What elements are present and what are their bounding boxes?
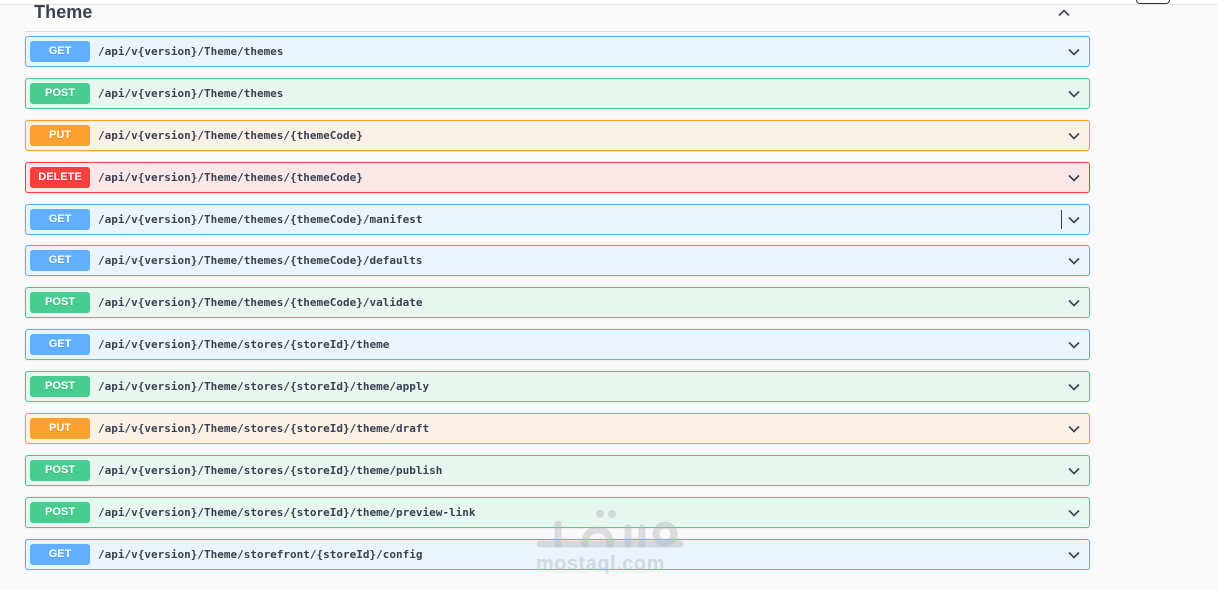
chevron-down-icon[interactable] <box>1067 464 1081 478</box>
method-badge: POST <box>30 376 90 398</box>
operation-path: /api/v{version}/Theme/stores/{storeId}/t… <box>98 422 430 436</box>
operation-path: /api/v{version}/Theme/themes <box>98 86 284 100</box>
chevron-up-icon[interactable] <box>1057 6 1071 20</box>
chevron-down-icon[interactable] <box>1067 296 1081 310</box>
operation-row[interactable]: GET /api/v{version}/Theme/stores/{storeI… <box>25 329 1090 361</box>
operation-row[interactable]: PUT /api/v{version}/Theme/stores/{storeI… <box>25 413 1090 445</box>
operation-row[interactable]: GET /api/v{version}/Theme/themes <box>25 36 1090 67</box>
operations-list: GET /api/v{version}/Theme/themes POST /a… <box>25 36 1090 581</box>
operation-row[interactable]: POST /api/v{version}/Theme/themes <box>25 77 1090 109</box>
top-corner-button[interactable] <box>1136 0 1170 4</box>
chevron-down-icon[interactable] <box>1067 380 1081 394</box>
chevron-down-icon[interactable] <box>1067 506 1081 520</box>
expand-divider <box>1061 209 1062 229</box>
operation-path: /api/v{version}/Theme/stores/{storeId}/t… <box>98 338 390 352</box>
method-badge: POST <box>30 82 90 104</box>
operation-row[interactable]: POST /api/v{version}/Theme/stores/{store… <box>25 454 1090 486</box>
method-badge: GET <box>30 250 90 272</box>
operation-row[interactable]: GET /api/v{version}/Theme/storefront/{st… <box>25 538 1090 570</box>
operation-row[interactable]: POST /api/v{version}/Theme/themes/{theme… <box>25 287 1090 319</box>
chevron-down-icon[interactable] <box>1067 548 1081 562</box>
operation-path: /api/v{version}/Theme/themes/{themeCode}… <box>98 254 423 268</box>
method-badge: DELETE <box>30 166 90 188</box>
operation-row[interactable]: POST /api/v{version}/Theme/stores/{store… <box>25 371 1090 403</box>
operation-path: /api/v{version}/Theme/themes <box>98 45 284 58</box>
method-badge: POST <box>30 292 90 314</box>
method-badge: GET <box>30 543 90 565</box>
operation-path: /api/v{version}/Theme/storefront/{storeI… <box>98 547 423 561</box>
operation-row[interactable]: GET /api/v{version}/Theme/themes/{themeC… <box>25 203 1090 235</box>
chevron-down-icon[interactable] <box>1067 45 1081 59</box>
operation-row[interactable]: GET /api/v{version}/Theme/themes/{themeC… <box>25 245 1090 277</box>
operation-path: /api/v{version}/Theme/stores/{storeId}/t… <box>98 380 430 394</box>
method-badge: POST <box>30 459 90 481</box>
operation-path: /api/v{version}/Theme/stores/{storeId}/t… <box>98 463 443 477</box>
chevron-down-icon[interactable] <box>1067 87 1081 101</box>
chevron-down-icon[interactable] <box>1067 338 1081 352</box>
method-badge: PUT <box>30 124 90 146</box>
operation-path: /api/v{version}/Theme/stores/{storeId}/t… <box>98 505 476 519</box>
operation-row[interactable]: PUT /api/v{version}/Theme/themes/{themeC… <box>25 119 1090 151</box>
operation-row[interactable]: POST /api/v{version}/Theme/stores/{store… <box>25 496 1090 528</box>
method-badge: GET <box>30 208 90 230</box>
section-header-theme[interactable]: Theme <box>25 0 1090 32</box>
operation-path: /api/v{version}/Theme/themes/{themeCode}… <box>98 212 423 226</box>
operation-row[interactable]: DELETE /api/v{version}/Theme/themes/{the… <box>25 161 1090 193</box>
operation-path: /api/v{version}/Theme/themes/{themeCode}… <box>98 296 423 310</box>
chevron-down-icon[interactable] <box>1067 213 1081 227</box>
method-badge: POST <box>30 501 90 523</box>
chevron-down-icon[interactable] <box>1067 171 1081 185</box>
chevron-down-icon[interactable] <box>1067 422 1081 436</box>
operation-path: /api/v{version}/Theme/themes/{themeCode} <box>98 128 363 142</box>
method-badge: GET <box>30 334 90 356</box>
chevron-down-icon[interactable] <box>1067 254 1081 268</box>
swagger-page: Theme GET /api/v{version}/Theme/themes P… <box>0 0 1218 590</box>
chevron-down-icon[interactable] <box>1067 129 1081 143</box>
section-title: Theme <box>34 2 93 22</box>
operation-path: /api/v{version}/Theme/themes/{themeCode} <box>98 170 363 184</box>
method-badge: GET <box>30 41 90 62</box>
method-badge: PUT <box>30 418 90 440</box>
